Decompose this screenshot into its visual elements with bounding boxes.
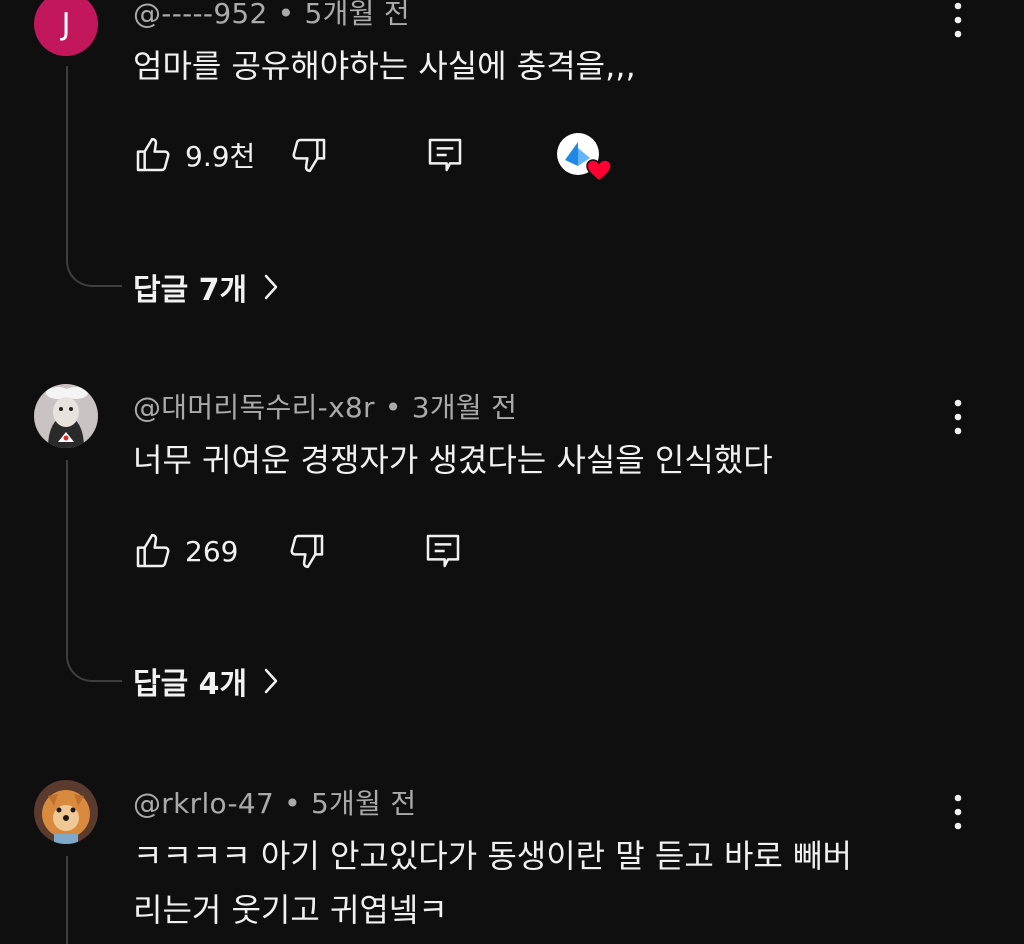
- avatar[interactable]: [34, 384, 98, 448]
- reply-button[interactable]: [425, 130, 465, 180]
- thread-line: [66, 66, 68, 256]
- like-button[interactable]: 9.9천: [133, 130, 255, 180]
- thread-line: [66, 856, 68, 944]
- dislike-icon: [292, 138, 326, 173]
- comment-text-line: ㅋㅋㅋㅋ 아기 안고있다가 동생이란 말 듣고 바로 빼버: [133, 837, 852, 875]
- meta-separator: •: [384, 391, 402, 424]
- creator-heart-reaction: [556, 132, 612, 182]
- chevron-right-icon: [264, 668, 278, 694]
- comment-text: 너무 귀여운 경쟁자가 생겼다는 사실을 인식했다: [133, 441, 773, 479]
- like-count: 269: [185, 534, 239, 568]
- dislike-button[interactable]: [287, 526, 327, 576]
- author-handle[interactable]: @대머리독수리-x8r: [133, 391, 375, 424]
- meta-separator: •: [284, 787, 301, 820]
- comment-text: 엄마를 공유해야하는 사실에 충격을,,,: [133, 47, 636, 85]
- timestamp: 5개월 전: [304, 0, 410, 30]
- reply-button[interactable]: [423, 526, 463, 576]
- comment-actions: 269: [133, 526, 833, 576]
- view-replies-button[interactable]: 답글 4개: [133, 658, 279, 704]
- like-button[interactable]: 269: [133, 526, 238, 576]
- comment-actions: 9.9천: [133, 130, 833, 180]
- author-handle[interactable]: @rkrlo-47: [133, 787, 274, 820]
- heart-icon: [586, 159, 612, 182]
- kebab-menu-icon[interactable]: [946, 0, 970, 40]
- thread-line: [66, 460, 68, 652]
- meta-separator: •: [277, 0, 295, 30]
- timestamp: 3개월 전: [411, 391, 518, 424]
- comment-meta: @-----952 • 5개월 전: [133, 0, 410, 32]
- replies-label: 답글 4개: [133, 667, 248, 702]
- timestamp: 5개월 전: [310, 787, 417, 820]
- avatar[interactable]: [34, 780, 98, 844]
- avatar[interactable]: J: [34, 0, 98, 56]
- like-count: 9.9천: [185, 140, 256, 173]
- dislike-icon: [290, 534, 324, 569]
- reply-icon: [426, 534, 460, 568]
- chevron-right-icon: [264, 274, 278, 300]
- comment-meta: @대머리독수리-x8r • 3개월 전: [133, 386, 517, 426]
- comment-meta: @rkrlo-47 • 5개월 전: [133, 782, 416, 822]
- view-replies-button[interactable]: 답글 7개: [133, 264, 279, 310]
- like-icon: [136, 533, 170, 568]
- kebab-menu-icon[interactable]: [946, 792, 970, 832]
- like-icon: [136, 137, 170, 172]
- kebab-menu-icon[interactable]: [946, 397, 970, 437]
- thread-connector: [66, 255, 122, 287]
- replies-label: 답글 7개: [133, 273, 248, 308]
- thread-connector: [66, 650, 122, 682]
- dislike-button[interactable]: [289, 130, 329, 180]
- reply-icon: [428, 138, 462, 172]
- author-handle[interactable]: @-----952: [133, 0, 268, 30]
- comment-text-line: 리는거 웃기고 귀엽넼ㅋ: [133, 891, 448, 929]
